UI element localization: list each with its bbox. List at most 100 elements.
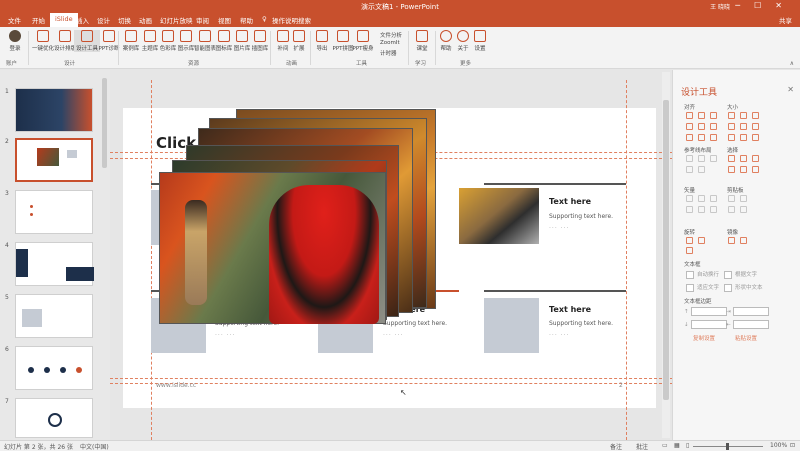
sorter-view-icon[interactable]: ▦ [674, 442, 680, 449]
card-subtext[interactable]: Supporting text here. [383, 320, 447, 327]
size-icon[interactable] [728, 134, 735, 141]
size-icon[interactable] [740, 123, 747, 130]
clipboard-icon[interactable] [740, 206, 747, 213]
ppt-slim-button[interactable]: PPT瘦身 [350, 30, 376, 52]
margin-right-input[interactable] [733, 320, 769, 329]
autofit-checkbox[interactable]: 适应文字 [686, 283, 719, 292]
select-icon[interactable] [752, 166, 759, 173]
margin-top-input[interactable] [691, 307, 727, 316]
login-button[interactable]: 登录 [2, 30, 28, 52]
normal-view-icon[interactable]: ▭ [662, 442, 668, 449]
tab-design[interactable]: 设计 [97, 15, 110, 25]
guide-layout-icon[interactable] [710, 155, 717, 162]
size-icon[interactable] [752, 134, 759, 141]
mirror-icon[interactable] [740, 237, 747, 244]
fit-text-checkbox[interactable]: 根据文字 [724, 270, 757, 279]
guide-layout-icon[interactable] [686, 166, 693, 173]
rotate-icon[interactable] [686, 247, 693, 254]
language-status[interactable]: 中文(中国) [80, 442, 109, 451]
select-icon[interactable] [728, 166, 735, 173]
card-subtext[interactable]: Supporting text here. [549, 320, 613, 327]
clipboard-icon[interactable] [728, 195, 735, 202]
card-subtext[interactable]: Supporting text here. [549, 213, 613, 220]
tab-help[interactable]: 帮助 [240, 15, 253, 25]
shape-text-checkbox[interactable]: 形状中文本 [724, 283, 763, 292]
guide-line[interactable] [626, 80, 627, 440]
slide-thumbnail-5[interactable] [15, 294, 93, 338]
wrap-text-checkbox[interactable]: 自动换行 [686, 270, 719, 279]
vector-icon[interactable] [686, 206, 693, 213]
align-bottom-icon[interactable] [710, 123, 717, 130]
select-icon[interactable] [728, 155, 735, 162]
guide-layout-icon[interactable] [686, 155, 693, 162]
reading-view-icon[interactable]: ▯ [686, 442, 689, 449]
notes-button[interactable]: 备注 [610, 442, 622, 451]
slide-thumbnail-1[interactable] [15, 88, 93, 132]
tab-islide[interactable]: iSlide [50, 13, 78, 27]
card-heading[interactable]: Text here [549, 197, 591, 206]
zoomit-button[interactable]: ZoomIt [380, 40, 400, 46]
slide-thumbnails-pane[interactable]: 1 2 3 4 5 6 7 [0, 70, 110, 440]
slide-thumbnail-3[interactable] [15, 190, 93, 234]
distribute-icon[interactable] [686, 134, 693, 141]
slide-thumbnail-2[interactable] [15, 138, 93, 182]
zoom-level[interactable]: 100% [770, 442, 787, 449]
tab-slideshow[interactable]: 幻灯片放映 [160, 15, 193, 25]
select-icon[interactable] [740, 166, 747, 173]
window-controls[interactable]: ─☐✕ [735, 1, 796, 10]
fit-slide-icon[interactable]: ⊡ [790, 442, 795, 449]
comments-button[interactable]: 批注 [636, 442, 648, 451]
margin-bottom-input[interactable] [691, 320, 727, 329]
vector-icon[interactable] [710, 195, 717, 202]
size-icon[interactable] [740, 134, 747, 141]
slide-thumbnail-7[interactable] [15, 398, 93, 438]
guide-layout-icon[interactable] [698, 155, 705, 162]
guide-line[interactable] [151, 80, 152, 440]
size-icon[interactable] [752, 123, 759, 130]
vector-icon[interactable] [698, 195, 705, 202]
align-right-icon[interactable] [710, 112, 717, 119]
tab-insert[interactable]: 插入 [76, 15, 89, 25]
tab-file[interactable]: 文件 [8, 15, 21, 25]
align-top-icon[interactable] [686, 123, 693, 130]
guide-line[interactable] [110, 378, 672, 379]
settings-button[interactable]: 设置 [467, 30, 493, 52]
same-height-icon[interactable] [740, 112, 747, 119]
slide-footer-url[interactable]: www.islide.cc [156, 382, 196, 389]
align-left-icon[interactable] [686, 112, 693, 119]
file-analysis-button[interactable]: 文件分析 [380, 31, 402, 39]
distribute-icon[interactable] [698, 134, 705, 141]
tell-me-search[interactable]: 操作说明搜索 [272, 15, 311, 25]
clipboard-icon[interactable] [740, 195, 747, 202]
card-photo[interactable] [459, 188, 539, 244]
timer-button[interactable]: 计时器 [380, 49, 397, 57]
card-heading[interactable]: Text here [549, 305, 591, 314]
paste-settings-link[interactable]: 粘贴设置 [735, 334, 757, 342]
rotate-icon[interactable] [686, 237, 693, 244]
slide-page-number[interactable]: 2 [619, 382, 623, 389]
vector-icon[interactable] [686, 195, 693, 202]
size-icon[interactable] [728, 123, 735, 130]
slide-thumbnail-4[interactable] [15, 242, 94, 286]
select-icon[interactable] [752, 155, 759, 162]
tab-animations[interactable]: 动画 [139, 15, 152, 25]
vector-icon[interactable] [710, 206, 717, 213]
close-icon[interactable]: ✕ [787, 85, 794, 94]
tab-home[interactable]: 开始 [32, 15, 45, 25]
card-image-placeholder[interactable] [484, 298, 539, 353]
classroom-button[interactable]: 课堂 [409, 30, 435, 52]
distribute-icon[interactable] [710, 134, 717, 141]
thumbnails-scrollbar[interactable] [102, 78, 107, 168]
tab-transitions[interactable]: 切换 [118, 15, 131, 25]
margin-left-input[interactable] [733, 307, 769, 316]
vector-icon[interactable] [698, 206, 705, 213]
copy-settings-link[interactable]: 复制设置 [693, 334, 715, 342]
zoom-slider-handle[interactable] [726, 443, 729, 450]
tab-review[interactable]: 审阅 [196, 15, 209, 25]
rotate-icon[interactable] [698, 237, 705, 244]
mirror-icon[interactable] [728, 237, 735, 244]
clipboard-icon[interactable] [728, 206, 735, 213]
same-size-icon[interactable] [752, 112, 759, 119]
align-middle-icon[interactable] [698, 123, 705, 130]
slide-thumbnail-6[interactable] [15, 346, 93, 390]
